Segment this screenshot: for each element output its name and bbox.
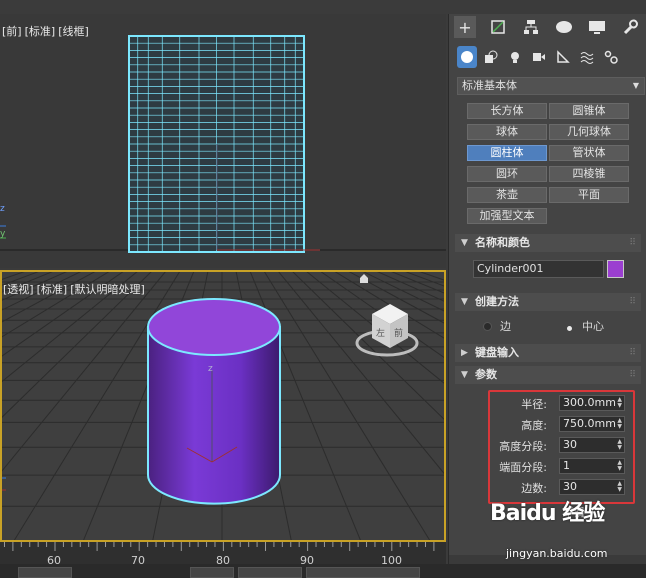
- expand-icon: ▶: [461, 348, 468, 358]
- parameters-rollout[interactable]: ▼ 参数 ⠿: [455, 366, 641, 384]
- watermark-url: jingyan.baidu.com: [506, 547, 608, 560]
- viewport-front[interactable]: [前] [标准] [线框] z y: [0, 14, 446, 268]
- creation-edge-radio[interactable]: 边: [483, 318, 511, 334]
- collapse-icon: ▼: [461, 370, 468, 380]
- plane-button[interactable]: 平面: [549, 187, 629, 203]
- cylinder-object[interactable]: [147, 298, 281, 505]
- helpers-icon[interactable]: [553, 46, 573, 68]
- category-dropdown-value: 标准基本体: [462, 79, 517, 92]
- motion-icon[interactable]: [553, 16, 575, 38]
- status-field[interactable]: [238, 567, 302, 578]
- baidu-watermark: Baidu 经验 jingyan.baidu.com: [486, 495, 646, 570]
- pyramid-button[interactable]: 四棱锥: [549, 166, 629, 182]
- cone-button[interactable]: 圆锥体: [549, 103, 629, 119]
- object-color-swatch[interactable]: [607, 260, 624, 278]
- status-field[interactable]: [190, 567, 234, 578]
- viewport-shading-label[interactable]: [默认明暗处理]: [70, 283, 145, 296]
- view-cube-front-face[interactable]: 前: [394, 326, 403, 339]
- object-name-field[interactable]: Cylinder001: [473, 260, 604, 278]
- axis-z-label: z: [0, 204, 5, 214]
- sphere-button[interactable]: 球体: [467, 124, 547, 140]
- systems-icon[interactable]: [601, 46, 621, 68]
- command-panel: + 标准基本体 ▼ 长方体 圆锥体 球体 几何球体 圆柱体 管状体 圆环 四棱锥…: [448, 14, 646, 564]
- geometry-icon[interactable]: [457, 46, 477, 68]
- cameras-icon[interactable]: [529, 46, 549, 68]
- grip-icon: ⠿: [629, 238, 636, 248]
- view-cube-left-face[interactable]: 左: [376, 326, 385, 339]
- highlight-annotation: [488, 390, 635, 504]
- create-icon[interactable]: +: [454, 16, 476, 38]
- viewport-shading-label[interactable]: [线框]: [58, 25, 89, 38]
- radio-on-icon: [567, 326, 572, 331]
- rollout-title: 名称和颜色: [475, 236, 530, 249]
- rollout-title: 键盘输入: [475, 346, 519, 359]
- creation-method-rollout[interactable]: ▼ 创建方法 ⠿: [455, 293, 641, 311]
- perspective-viewport-label[interactable]: [透视] [标准] [默认明暗处理]: [3, 281, 148, 297]
- utilities-icon[interactable]: [619, 16, 641, 38]
- category-dropdown[interactable]: 标准基本体 ▼: [457, 77, 645, 95]
- tube-button[interactable]: 管状体: [549, 145, 629, 161]
- chevron-down-icon: ▼: [632, 81, 639, 90]
- status-field[interactable]: [306, 567, 420, 578]
- viewport-name-label[interactable]: [前]: [2, 25, 22, 38]
- status-field[interactable]: [18, 567, 72, 578]
- creation-center-radio[interactable]: 中心: [565, 318, 604, 334]
- rollout-title: 创建方法: [475, 295, 519, 308]
- modify-icon[interactable]: [487, 16, 509, 38]
- grip-icon: ⠿: [629, 297, 636, 307]
- collapse-icon: ▼: [461, 297, 468, 307]
- viewport-perspective[interactable]: [透视] [标准] [默认明暗处理] 左 前 z: [0, 270, 446, 542]
- radio-label: 中心: [582, 320, 604, 333]
- front-viewport-label[interactable]: [前] [标准] [线框]: [2, 23, 92, 39]
- viewport-name-label[interactable]: [透视]: [3, 283, 34, 296]
- keyboard-entry-rollout[interactable]: ▶ 键盘输入 ⠿: [455, 344, 641, 362]
- radio-label: 边: [500, 320, 511, 333]
- spacewarps-icon[interactable]: [577, 46, 597, 68]
- cylinder-button[interactable]: 圆柱体: [467, 145, 547, 161]
- viewport-preset-label[interactable]: [标准]: [25, 25, 56, 38]
- lights-icon[interactable]: [505, 46, 525, 68]
- display-icon[interactable]: [586, 16, 608, 38]
- teapot-button[interactable]: 茶壶: [467, 187, 547, 203]
- rollout-title: 参数: [475, 368, 497, 381]
- viewport-preset-label[interactable]: [标准]: [37, 283, 68, 296]
- axis-y-label: y: [0, 229, 6, 239]
- axis-z-label: z: [208, 364, 213, 374]
- radio-off-icon: [483, 322, 492, 331]
- timeline-ruler[interactable]: 60 70 80 90 100: [0, 542, 446, 567]
- grip-icon: ⠿: [629, 370, 636, 380]
- torus-button[interactable]: 圆环: [467, 166, 547, 182]
- front-viewport-canvas: [0, 35, 446, 253]
- object-type-tabs: [449, 44, 646, 70]
- geosphere-button[interactable]: 几何球体: [549, 124, 629, 140]
- command-panel-tabs: +: [449, 14, 646, 40]
- grip-icon: ⠿: [629, 348, 636, 358]
- name-color-rollout[interactable]: ▼ 名称和颜色 ⠿: [455, 234, 641, 252]
- textplus-button[interactable]: 加强型文本: [467, 208, 547, 224]
- collapse-icon: ▼: [461, 238, 468, 248]
- baidu-logo: Baidu 经验: [490, 501, 605, 526]
- shapes-icon[interactable]: [481, 46, 501, 68]
- box-button[interactable]: 长方体: [467, 103, 547, 119]
- perspective-viewport-canvas: [2, 272, 444, 540]
- hierarchy-icon[interactable]: [520, 16, 542, 38]
